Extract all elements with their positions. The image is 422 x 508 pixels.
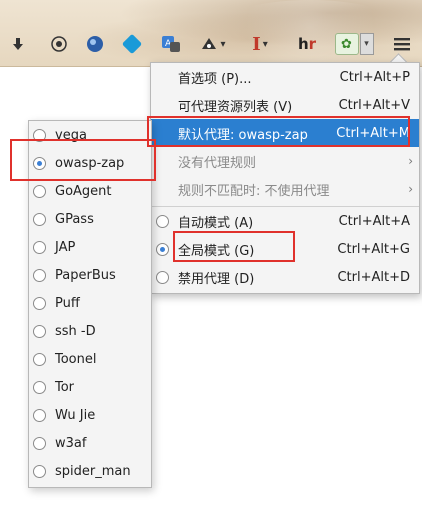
radio-button[interactable]: [33, 464, 46, 478]
radio-button[interactable]: [33, 268, 46, 282]
submenu-item-puff[interactable]: Puff: [29, 289, 151, 317]
radio-button-checked[interactable]: [33, 156, 46, 170]
menu-item-shortcut: Ctrl+Alt+M: [336, 125, 410, 141]
submenu-item-label: Wu Jie: [55, 407, 96, 423]
menu-item-label: 禁用代理 (D): [178, 271, 255, 287]
menu-item-label: 可代理资源列表 (V): [178, 99, 293, 115]
submenu-arrow-icon: ›: [408, 154, 413, 168]
radio-button[interactable]: [33, 240, 46, 254]
submenu-item-tor[interactable]: Tor: [29, 373, 151, 401]
dropdown-toggle[interactable]: ▾: [359, 33, 374, 55]
proxy-menu: 首选项 (P)... Ctrl+Alt+P 可代理资源列表 (V) Ctrl+A…: [150, 62, 420, 294]
hr-icon[interactable]: hr: [296, 31, 318, 57]
proxy-icon: [202, 38, 217, 49]
menu-item-label: 规则不匹配时: 不使用代理: [178, 183, 330, 199]
menu-item-default-proxy[interactable]: 默认代理: owasp-zap Ctrl+Alt+M: [151, 119, 419, 147]
menu-item-label: 自动模式 (A): [178, 215, 254, 231]
leaf-icon: ✿: [334, 33, 359, 55]
radio-button[interactable]: [33, 436, 46, 450]
radio-button[interactable]: [33, 352, 46, 366]
text-tool-button[interactable]: I ▾: [246, 31, 274, 57]
radio-button-checked[interactable]: [156, 242, 169, 256]
submenu-item-vega[interactable]: vega: [29, 121, 151, 149]
menu-item-label: 首选项 (P)...: [178, 71, 252, 87]
proxy-submenu: vega owasp-zap GoAgent GPass JAP PaperBu…: [28, 120, 152, 488]
submenu-item-label: PaperBus: [55, 267, 116, 283]
menu-item-auto-mode[interactable]: 自动模式 (A) Ctrl+Alt+A: [151, 207, 419, 235]
submenu-item-label: GPass: [55, 211, 94, 227]
proxy-switch-button[interactable]: ▾: [194, 31, 232, 57]
menu-item-shortcut: Ctrl+Alt+P: [339, 69, 410, 85]
menu-item-shortcut: Ctrl+Alt+D: [337, 269, 410, 285]
submenu-item-label: Puff: [55, 295, 80, 311]
chevron-down-icon: ▾: [220, 38, 226, 50]
translate-icon[interactable]: A: [160, 31, 182, 57]
submenu-item-wu-jie[interactable]: Wu Jie: [29, 401, 151, 429]
browser-toolbar: A ▾ I ▾ hr ✿ ▾: [0, 0, 422, 67]
menu-item-no-proxy-rules[interactable]: 没有代理规则 ›: [151, 147, 419, 175]
submenu-item-label: w3af: [55, 435, 87, 451]
menu-item-shortcut: Ctrl+Alt+V: [338, 97, 410, 113]
submenu-item-label: GoAgent: [55, 183, 112, 199]
menu-item-proxyable-resources[interactable]: 可代理资源列表 (V) Ctrl+Alt+V: [151, 91, 419, 119]
chevron-down-icon: ▾: [262, 38, 268, 50]
text-icon: I: [252, 33, 261, 55]
radio-button[interactable]: [33, 128, 46, 142]
submenu-item-owasp-zap[interactable]: owasp-zap: [29, 149, 151, 177]
radio-button[interactable]: [156, 214, 169, 228]
menu-item-shortcut: Ctrl+Alt+G: [337, 241, 410, 257]
menu-item-label: 全局模式 (G): [178, 243, 255, 259]
submenu-item-goagent[interactable]: GoAgent: [29, 177, 151, 205]
submenu-item-label: Toonel: [55, 351, 97, 367]
submenu-item-label: owasp-zap: [55, 155, 125, 171]
submenu-item-toonel[interactable]: Toonel: [29, 345, 151, 373]
radio-button[interactable]: [156, 270, 169, 284]
radio-button[interactable]: [33, 212, 46, 226]
submenu-item-paperbus[interactable]: PaperBus: [29, 261, 151, 289]
globe-icon[interactable]: [84, 31, 106, 57]
menu-item-label: 没有代理规则: [178, 155, 257, 171]
hamburger-menu-icon[interactable]: [392, 31, 412, 57]
radio-button[interactable]: [33, 380, 46, 394]
menu-item-preferences[interactable]: 首选项 (P)... Ctrl+Alt+P: [151, 63, 419, 91]
radio-button[interactable]: [33, 324, 46, 338]
leaf-extension-button[interactable]: ✿ ▾: [332, 31, 376, 57]
submenu-item-ssh-d[interactable]: ssh -D: [29, 317, 151, 345]
submenu-item-label: ssh -D: [55, 323, 96, 339]
radio-button[interactable]: [33, 408, 46, 422]
radio-button[interactable]: [33, 184, 46, 198]
radio-button[interactable]: [33, 296, 46, 310]
submenu-arrow-icon: ›: [408, 182, 413, 196]
download-icon[interactable]: [8, 31, 28, 57]
cube-icon[interactable]: [121, 31, 143, 57]
submenu-item-label: Tor: [55, 379, 75, 395]
submenu-item-spider-man[interactable]: spider_man: [29, 457, 151, 485]
sync-icon[interactable]: [48, 31, 70, 57]
menu-item-global-mode[interactable]: 全局模式 (G) Ctrl+Alt+G: [151, 235, 419, 263]
submenu-item-label: spider_man: [55, 463, 131, 479]
menu-item-label: 默认代理: owasp-zap: [178, 127, 308, 143]
menu-item-disable-proxy[interactable]: 禁用代理 (D) Ctrl+Alt+D: [151, 263, 419, 291]
menu-item-rule-mismatch[interactable]: 规则不匹配时: 不使用代理 ›: [151, 175, 419, 203]
submenu-item-label: vega: [55, 127, 87, 143]
submenu-item-jap[interactable]: JAP: [29, 233, 151, 261]
submenu-item-gpass[interactable]: GPass: [29, 205, 151, 233]
submenu-item-label: JAP: [55, 239, 76, 255]
menu-item-shortcut: Ctrl+Alt+A: [338, 213, 410, 229]
submenu-item-w3af[interactable]: w3af: [29, 429, 151, 457]
